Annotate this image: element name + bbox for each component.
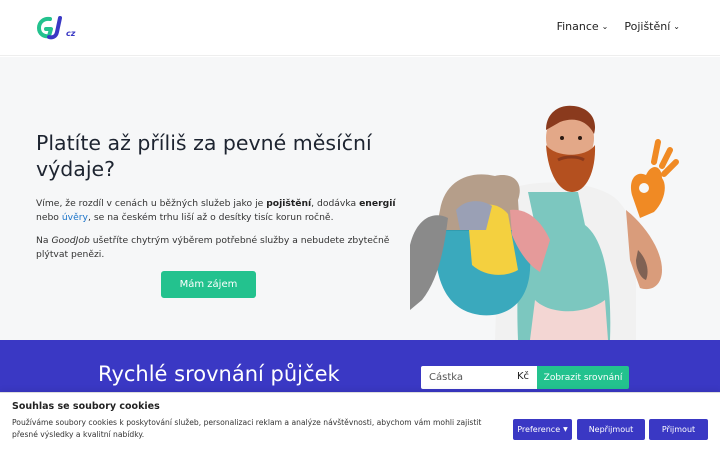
brand-name-italic: GoodJob xyxy=(51,235,90,246)
cookie-accept-label: Přijmout xyxy=(661,425,696,434)
chevron-down-icon: ⌄ xyxy=(673,21,680,31)
cookie-preferences-label: Preference xyxy=(517,425,561,434)
text-segment: Na xyxy=(36,235,52,246)
chevron-down-icon: ⌄ xyxy=(601,21,609,31)
cookie-accept-button[interactable]: Přijmout xyxy=(649,419,708,440)
text-segment: , se na českém trhu liší až o desítky ti… xyxy=(88,211,334,223)
hero-subdescription: Na GoodJob ušetříte chytrým výběrem potř… xyxy=(36,234,396,261)
currency-label: Kč xyxy=(516,371,529,382)
nav-item-label: Pojištění xyxy=(624,20,671,33)
text-segment: , dodávka xyxy=(311,198,360,209)
cookie-reject-label: Nepřijmout xyxy=(588,425,634,434)
loans-link[interactable]: úvěry xyxy=(62,212,88,223)
hero-description: Víme, že rozdíl v cenách u běžných služe… xyxy=(36,197,396,224)
text-bold-energy: energií xyxy=(359,198,396,209)
hero-illustration xyxy=(410,105,679,340)
cookie-preferences-button[interactable]: Preference ▼ xyxy=(513,419,572,440)
main-nav: Finance ⌄ Pojištění ⌄ xyxy=(557,20,680,33)
logo-icon: cz xyxy=(37,16,76,40)
cookie-title: Souhlas se soubory cookies xyxy=(12,401,160,412)
svg-text:cz: cz xyxy=(66,29,76,38)
nav-item-finance[interactable]: Finance ⌄ xyxy=(557,20,609,33)
caret-down-icon: ▼ xyxy=(563,426,568,433)
hero-title: Platíte až příliš za pevné měsíční výdaj… xyxy=(36,131,372,181)
cookie-text: Používáme soubory cookies k poskytování … xyxy=(12,418,482,439)
text-segment: ušetříte chytrým výběrem potřebné služby… xyxy=(36,235,390,260)
amount-field: Kč xyxy=(421,366,537,389)
text-segment: nebo xyxy=(36,211,62,223)
cookie-reject-button[interactable]: Nepřijmout xyxy=(577,419,645,440)
interest-button[interactable]: Mám zájem xyxy=(161,271,256,298)
site-header: cz Finance ⌄ Pojištění ⌄ xyxy=(0,0,720,56)
text-bold-insurance: pojištění xyxy=(266,198,312,209)
nav-item-label: Finance xyxy=(556,20,599,33)
nav-item-pojisteni[interactable]: Pojištění ⌄ xyxy=(624,20,680,33)
text-segment: Víme, že rozdíl v cenách u běžných služe… xyxy=(36,198,267,209)
amount-input[interactable] xyxy=(421,366,511,389)
show-comparison-button[interactable]: Zobrazit srovnání xyxy=(537,366,629,389)
compare-title: Rychlé srovnání půjček xyxy=(98,362,340,386)
site-logo[interactable]: cz xyxy=(36,13,82,41)
